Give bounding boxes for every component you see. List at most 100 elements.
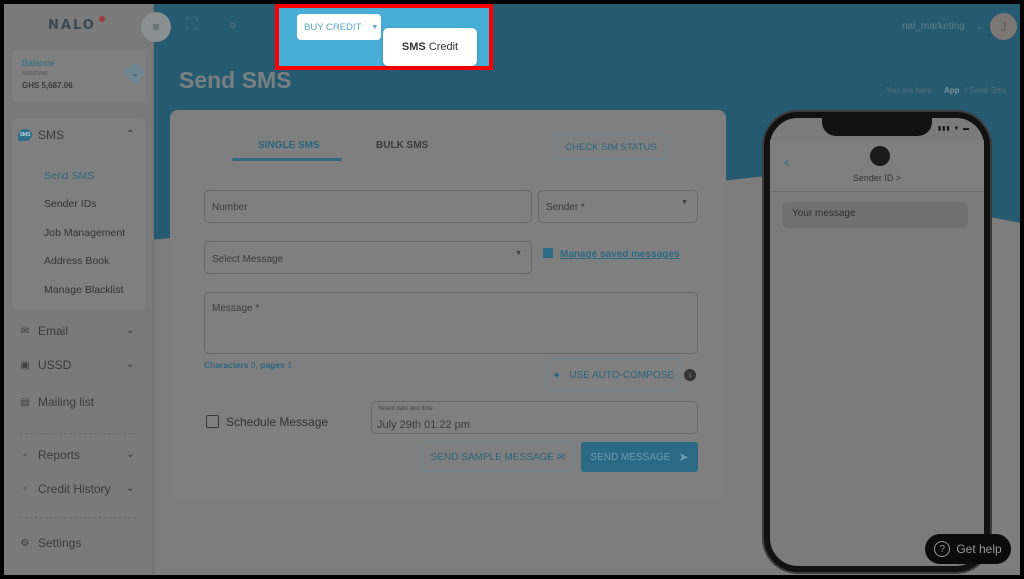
message-textarea[interactable]: Message * [204, 292, 698, 354]
breadcrumb-app[interactable]: App [944, 86, 960, 95]
sidebar-item-sms[interactable]: SMS SMS [18, 128, 64, 142]
sidebar-item-reports[interactable]: ▫ Reports [18, 448, 80, 462]
chevron-up-icon[interactable]: ⌃ [126, 129, 134, 140]
schedule-label: Schedule Message [226, 415, 329, 429]
chevron-down-icon[interactable]: ⌄ [126, 449, 134, 460]
sidebar-subitem-address-book[interactable]: Address Book [44, 255, 109, 267]
balance-card: Balance SMS/EMAIL GHS 5,687.06 ⌄ [12, 50, 146, 102]
sidebar-item-mailing-list[interactable]: ▤ Mailing list [18, 395, 94, 409]
sidebar-item-label: Email [38, 324, 69, 338]
message-placeholder: Message * [212, 303, 260, 314]
tab-single-sms[interactable]: SINGLE SMS [258, 140, 320, 151]
sidebar-subitem-manage-blacklist[interactable]: Manage Blacklist [44, 284, 123, 296]
edit-icon [543, 248, 553, 258]
report-icon: ▫ [23, 449, 27, 461]
sidebar-item-credit-history[interactable]: ▫ Credit History [18, 482, 111, 496]
app-frame: NALO Balance SMS/EMAIL GHS 5,687.06 ⌄ SM… [4, 4, 1020, 575]
caret-down-icon: ▼ [371, 23, 379, 31]
logo-dot-icon [99, 16, 105, 22]
sidebar-subitem-send-sms[interactable]: Send SMS [44, 170, 94, 182]
chevron-down-icon[interactable]: ⌄ [126, 483, 134, 494]
buy-credit-highlight: BUY CREDIT ▼ SMS Credit [275, 4, 493, 70]
report-icon: ▫ [23, 483, 27, 495]
sidebar-item-label: Settings [38, 536, 82, 550]
preview-message-bubble: Your message [782, 202, 968, 228]
sidebar-item-label: Credit History [38, 482, 111, 496]
lightbulb-icon[interactable]: ⚬ [226, 16, 239, 36]
preview-sender-id: Sender ID > [852, 173, 902, 183]
caret-down-icon: ▼ [681, 199, 688, 206]
send-sample-message-button[interactable]: SEND SAMPLE MESSAGE ✉ [421, 442, 575, 472]
send-message-label: SEND MESSAGE [590, 451, 671, 463]
sparkle-icon: ✦ [551, 369, 562, 382]
sender-select[interactable]: Sender * ▼ [538, 190, 698, 223]
characters-label: Characters [204, 360, 249, 370]
schedule-checkbox[interactable] [206, 415, 219, 428]
tab-bulk-sms[interactable]: BULK SMS [376, 140, 428, 151]
sms-credit-rest: Credit [428, 41, 459, 53]
sidebar-item-ussd[interactable]: ▣ USSD [18, 358, 71, 372]
sidebar-item-label: SMS [38, 128, 65, 142]
info-icon[interactable]: i [684, 369, 696, 381]
ussd-icon: ▣ [20, 359, 30, 371]
send-sms-card: SINGLE SMS BULK SMS CHECK SIM STATUS Num… [170, 110, 726, 500]
sms-nav-group [12, 118, 146, 310]
pages-value: 1 [287, 360, 292, 370]
sidebar-item-label: Mailing list [38, 395, 95, 409]
number-placeholder: Number [212, 202, 248, 213]
breadcrumb-prefix: You are here: [886, 86, 934, 95]
menu-collapse-icon: ≡ [152, 20, 160, 34]
chevron-down-icon[interactable]: ⌄ [126, 359, 134, 370]
number-input[interactable]: Number [204, 190, 532, 223]
phone-preview: ▮▮▮ ▼ ▬ ‹ Sender ID > Your message [764, 112, 990, 572]
collapse-sidebar-button[interactable]: ≡ [141, 12, 171, 42]
balance-value: GHS 5,687.06 [22, 81, 73, 90]
breadcrumb: You are here: App / Send-Sms [886, 86, 1007, 95]
use-auto-compose-button[interactable]: ✦ USE AUTO-COMPOSE [547, 359, 679, 391]
breadcrumb-current: Send-Sms [969, 86, 1007, 95]
character-counter: Characters 0, pages 1 [204, 360, 292, 370]
sidebar-item-settings[interactable]: ⚙ Settings [18, 536, 82, 550]
gear-icon: ⚙ [20, 537, 30, 549]
sidebar-item-label: Reports [38, 448, 81, 462]
sms-credit-menu-item[interactable]: SMS Credit [383, 28, 477, 66]
status-bar-icons: ▮▮▮ ▼ ▬ [937, 126, 970, 132]
check-sim-status-button[interactable]: CHECK SIM STATUS [554, 134, 668, 160]
select-message-dropdown[interactable]: Select Message ▼ [204, 241, 532, 274]
sidebar-subitem-sender-ids[interactable]: Sender IDs [44, 198, 97, 210]
sms-bubble-icon: SMS [18, 129, 32, 141]
breadcrumb-separator: / [964, 86, 968, 95]
phone-notch [822, 116, 932, 136]
datetime-value: July 29th 01:22 pm [377, 419, 470, 431]
auto-compose-label: USE AUTO-COMPOSE [569, 369, 675, 381]
chevron-down-icon[interactable]: ⌄ [126, 64, 144, 82]
datetime-label: Select date and time [378, 406, 433, 412]
sms-credit-bold: SMS [401, 41, 426, 53]
active-tab-indicator [232, 158, 342, 161]
caret-down-icon: ▼ [515, 250, 522, 257]
sidebar-item-email[interactable]: ✉ Email [18, 324, 68, 338]
user-menu[interactable]: nal_marketing [902, 21, 965, 32]
page-title: Send SMS [179, 67, 292, 93]
buy-credit-label: BUY CREDIT [304, 21, 362, 33]
sidebar-subitem-job-management[interactable]: Job Management [44, 227, 125, 239]
avatar[interactable]: J [990, 13, 1017, 40]
manage-saved-messages-link[interactable]: Manage saved messages [560, 249, 680, 260]
phone-header: ‹ Sender ID > [770, 140, 984, 192]
sender-placeholder: Sender * [546, 202, 585, 213]
datetime-input[interactable]: Select date and time July 29th 01:22 pm [371, 401, 698, 434]
envelope-icon: ✉ [20, 325, 30, 337]
sidebar-divider [20, 433, 136, 434]
buy-credit-button[interactable]: BUY CREDIT ▼ [297, 14, 381, 40]
get-help-button[interactable]: ? Get help [925, 534, 1011, 564]
send-message-button[interactable]: SEND MESSAGE ➤ [581, 442, 698, 472]
contact-card-icon: ▤ [20, 396, 30, 408]
sidebar: NALO Balance SMS/EMAIL GHS 5,687.06 ⌄ SM… [4, 4, 154, 575]
select-message-placeholder: Select Message [212, 254, 284, 265]
chevron-down-icon[interactable]: ⌄ [976, 21, 984, 32]
sidebar-divider [20, 517, 136, 518]
chevron-down-icon[interactable]: ⌄ [126, 325, 134, 336]
balance-sub-label: SMS/EMAIL [22, 71, 50, 77]
characters-value: 0 [250, 360, 256, 370]
fullscreen-icon[interactable]: ⛶ [186, 16, 197, 34]
